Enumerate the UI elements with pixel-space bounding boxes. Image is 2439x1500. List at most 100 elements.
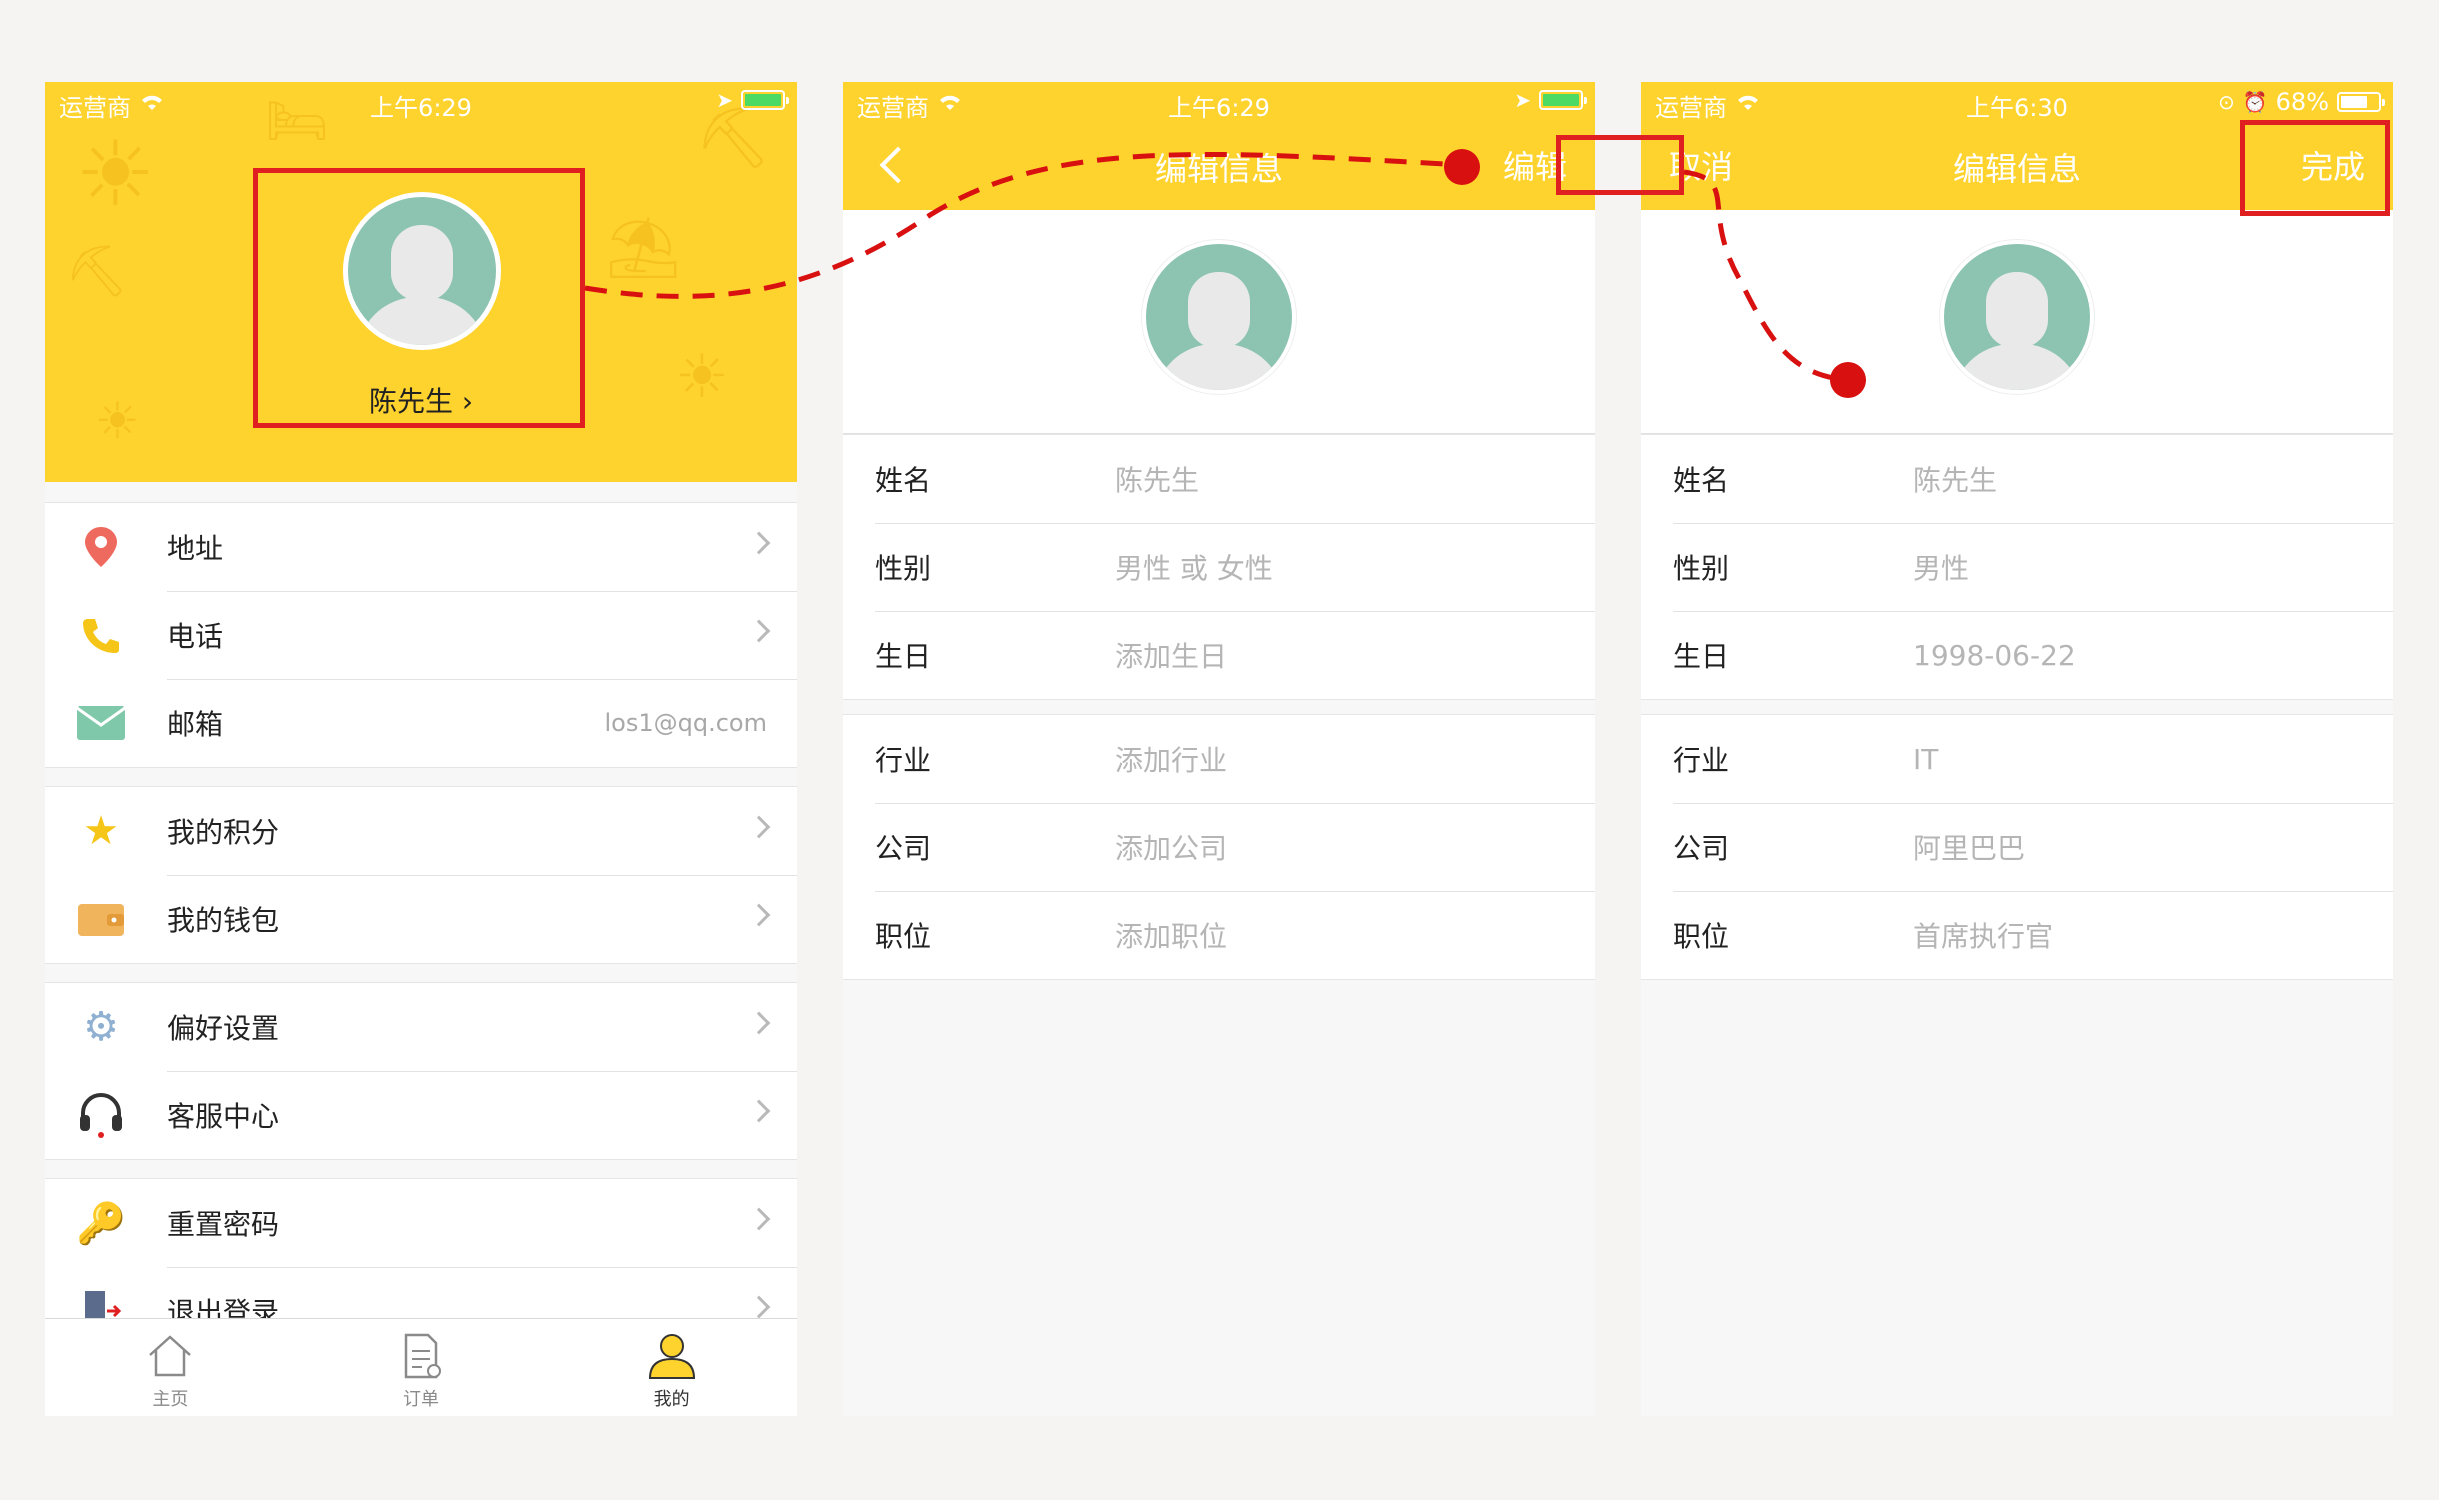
birthday-picker[interactable]: 1998-06-22: [1913, 639, 2076, 672]
chevron-right-icon: [747, 1011, 771, 1035]
basic-info-group: 姓名 陈先生 性别 男性 生日 1998-06-22: [1641, 434, 2393, 700]
menu-group-account: ★ 我的积分 我的钱包: [45, 786, 797, 964]
avatar[interactable]: [1940, 240, 2094, 394]
field-row-gender[interactable]: 性别 男性: [1641, 523, 2393, 611]
profile-icon: [648, 1334, 695, 1379]
edit-info-editing-screen: 运营商 上午6:30 ⊙ ⏰ 68% 取消 编辑信息 完成 姓名 陈先生 性别 …: [1641, 82, 2393, 1416]
menu-item-phone[interactable]: 电话: [45, 591, 797, 679]
menu-item-label: 邮箱: [167, 708, 224, 741]
annotation-highlight-done: [2240, 120, 2390, 216]
status-bar: 运营商 上午6:29 ➤: [45, 82, 797, 122]
tab-home[interactable]: 主页: [45, 1319, 296, 1416]
email-value: los1@qq.com: [604, 709, 767, 737]
field-label: 职位: [1673, 920, 1730, 953]
field-label: 性别: [1673, 552, 1730, 585]
chevron-right-icon: [747, 1295, 771, 1319]
tab-label: 我的: [653, 1389, 690, 1410]
chevron-right-icon: [747, 815, 771, 839]
field-row-position: 职位 添加职位: [843, 891, 1595, 979]
field-label: 姓名: [875, 464, 932, 497]
menu-group-contact: 地址 电话 邮箱 los1@qq.com: [45, 502, 797, 768]
location-pin-icon: [75, 521, 127, 573]
basic-info-group: 姓名 陈先生 性别 男性 或 女性 生日 添加生日: [843, 434, 1595, 700]
menu-item-wallet[interactable]: 我的钱包: [45, 875, 797, 963]
field-label: 性别: [875, 552, 932, 585]
field-value: 添加生日: [1115, 640, 1228, 673]
field-row-industry: 行业 添加行业: [843, 715, 1595, 803]
chevron-right-icon: [747, 531, 771, 555]
menu-item-label: 客服中心: [167, 1100, 280, 1133]
field-row-company[interactable]: 公司 阿里巴巴: [1641, 803, 2393, 891]
battery-percent: 68%: [2275, 88, 2329, 116]
annotation-highlight-profile: [253, 168, 585, 428]
chevron-right-icon: [747, 619, 771, 643]
sun-decoration-icon: ☀: [75, 122, 156, 227]
location-arrow-icon: ➤: [716, 88, 733, 112]
shovel-decoration-icon: ⛏: [65, 242, 129, 300]
field-value: 添加公司: [1115, 832, 1228, 865]
gear-icon: ⚙: [83, 1004, 119, 1050]
menu-item-label: 偏好设置: [167, 1012, 280, 1045]
star-icon: ★: [83, 808, 119, 854]
menu-item-label: 电话: [167, 620, 224, 653]
key-icon: 🔑: [76, 1200, 126, 1247]
status-bar: 运营商 上午6:29 ➤: [843, 82, 1595, 122]
tab-bar: 主页 订单 我的: [45, 1318, 797, 1416]
status-time: 上午6:29: [1168, 94, 1270, 122]
avatar: [1142, 240, 1296, 394]
field-label: 生日: [1673, 640, 1730, 673]
order-icon: [404, 1333, 441, 1379]
alarm-icon: ⏰: [2242, 90, 2268, 114]
annotation-highlight-edit: [1556, 135, 1684, 195]
battery-icon: [1539, 90, 1587, 110]
company-input[interactable]: 阿里巴巴: [1913, 827, 2025, 867]
chevron-right-icon: [747, 1099, 771, 1123]
industry-input[interactable]: IT: [1913, 743, 1938, 776]
menu-item-points[interactable]: ★ 我的积分: [45, 787, 797, 875]
work-info-group: 行业 添加行业 公司 添加公司 职位 添加职位: [843, 714, 1595, 980]
edit-info-view-screen: 运营商 上午6:29 ➤ 编辑信息 编辑 姓名 陈先生 性别 男性 或 女性 生…: [843, 82, 1595, 1416]
gender-select[interactable]: 男性: [1913, 547, 1969, 587]
tab-label: 订单: [403, 1389, 439, 1410]
menu-item-label: 我的钱包: [167, 904, 280, 937]
battery-icon: [2337, 92, 2385, 112]
field-label: 职位: [875, 920, 932, 953]
field-label: 公司: [875, 832, 932, 865]
field-label: 行业: [875, 744, 932, 777]
field-row-name[interactable]: 姓名 陈先生: [1641, 435, 2393, 523]
field-value: 添加职位: [1115, 920, 1228, 953]
menu-item-email[interactable]: 邮箱 los1@qq.com: [45, 679, 797, 767]
menu-item-address[interactable]: 地址: [45, 503, 797, 591]
page-title: 编辑信息: [1154, 150, 1283, 188]
field-value: 陈先生: [1115, 464, 1200, 497]
status-bar: 运营商 上午6:30 ⊙ ⏰ 68%: [1641, 82, 2393, 122]
field-row-birthday: 生日 添加生日: [843, 611, 1595, 699]
field-row-industry[interactable]: 行业 IT: [1641, 715, 2393, 803]
tab-mine[interactable]: 我的: [546, 1319, 797, 1416]
location-arrow-icon: ➤: [1514, 88, 1531, 112]
position-input[interactable]: 首席执行官: [1913, 915, 2053, 955]
mail-icon: [75, 697, 127, 749]
tab-label: 主页: [152, 1389, 189, 1410]
field-row-name: 姓名 陈先生: [843, 435, 1595, 523]
avatar-section: [1641, 210, 2393, 434]
field-row-position[interactable]: 职位 首席执行官: [1641, 891, 2393, 979]
phone-icon: [75, 609, 127, 661]
wallet-icon: [75, 893, 127, 945]
menu-item-preferences[interactable]: ⚙ 偏好设置: [45, 983, 797, 1071]
field-row-gender: 性别 男性 或 女性: [843, 523, 1595, 611]
field-label: 行业: [1673, 744, 1730, 777]
tab-orders[interactable]: 订单: [296, 1319, 547, 1416]
menu-item-label: 地址: [167, 532, 224, 565]
nav-bar: 运营商 上午6:29 ➤ 编辑信息 编辑: [843, 82, 1595, 210]
field-row-company: 公司 添加公司: [843, 803, 1595, 891]
name-input[interactable]: 陈先生: [1913, 459, 1997, 499]
menu-item-support[interactable]: 客服中心: [45, 1071, 797, 1159]
field-label: 姓名: [1673, 464, 1730, 497]
battery-icon: [741, 90, 789, 110]
field-label: 生日: [875, 640, 932, 673]
menu-item-label: 重置密码: [167, 1208, 280, 1241]
field-row-birthday[interactable]: 生日 1998-06-22: [1641, 611, 2393, 699]
orientation-lock-icon: ⊙: [2217, 90, 2235, 114]
menu-item-reset-password[interactable]: 🔑 重置密码: [45, 1179, 797, 1267]
